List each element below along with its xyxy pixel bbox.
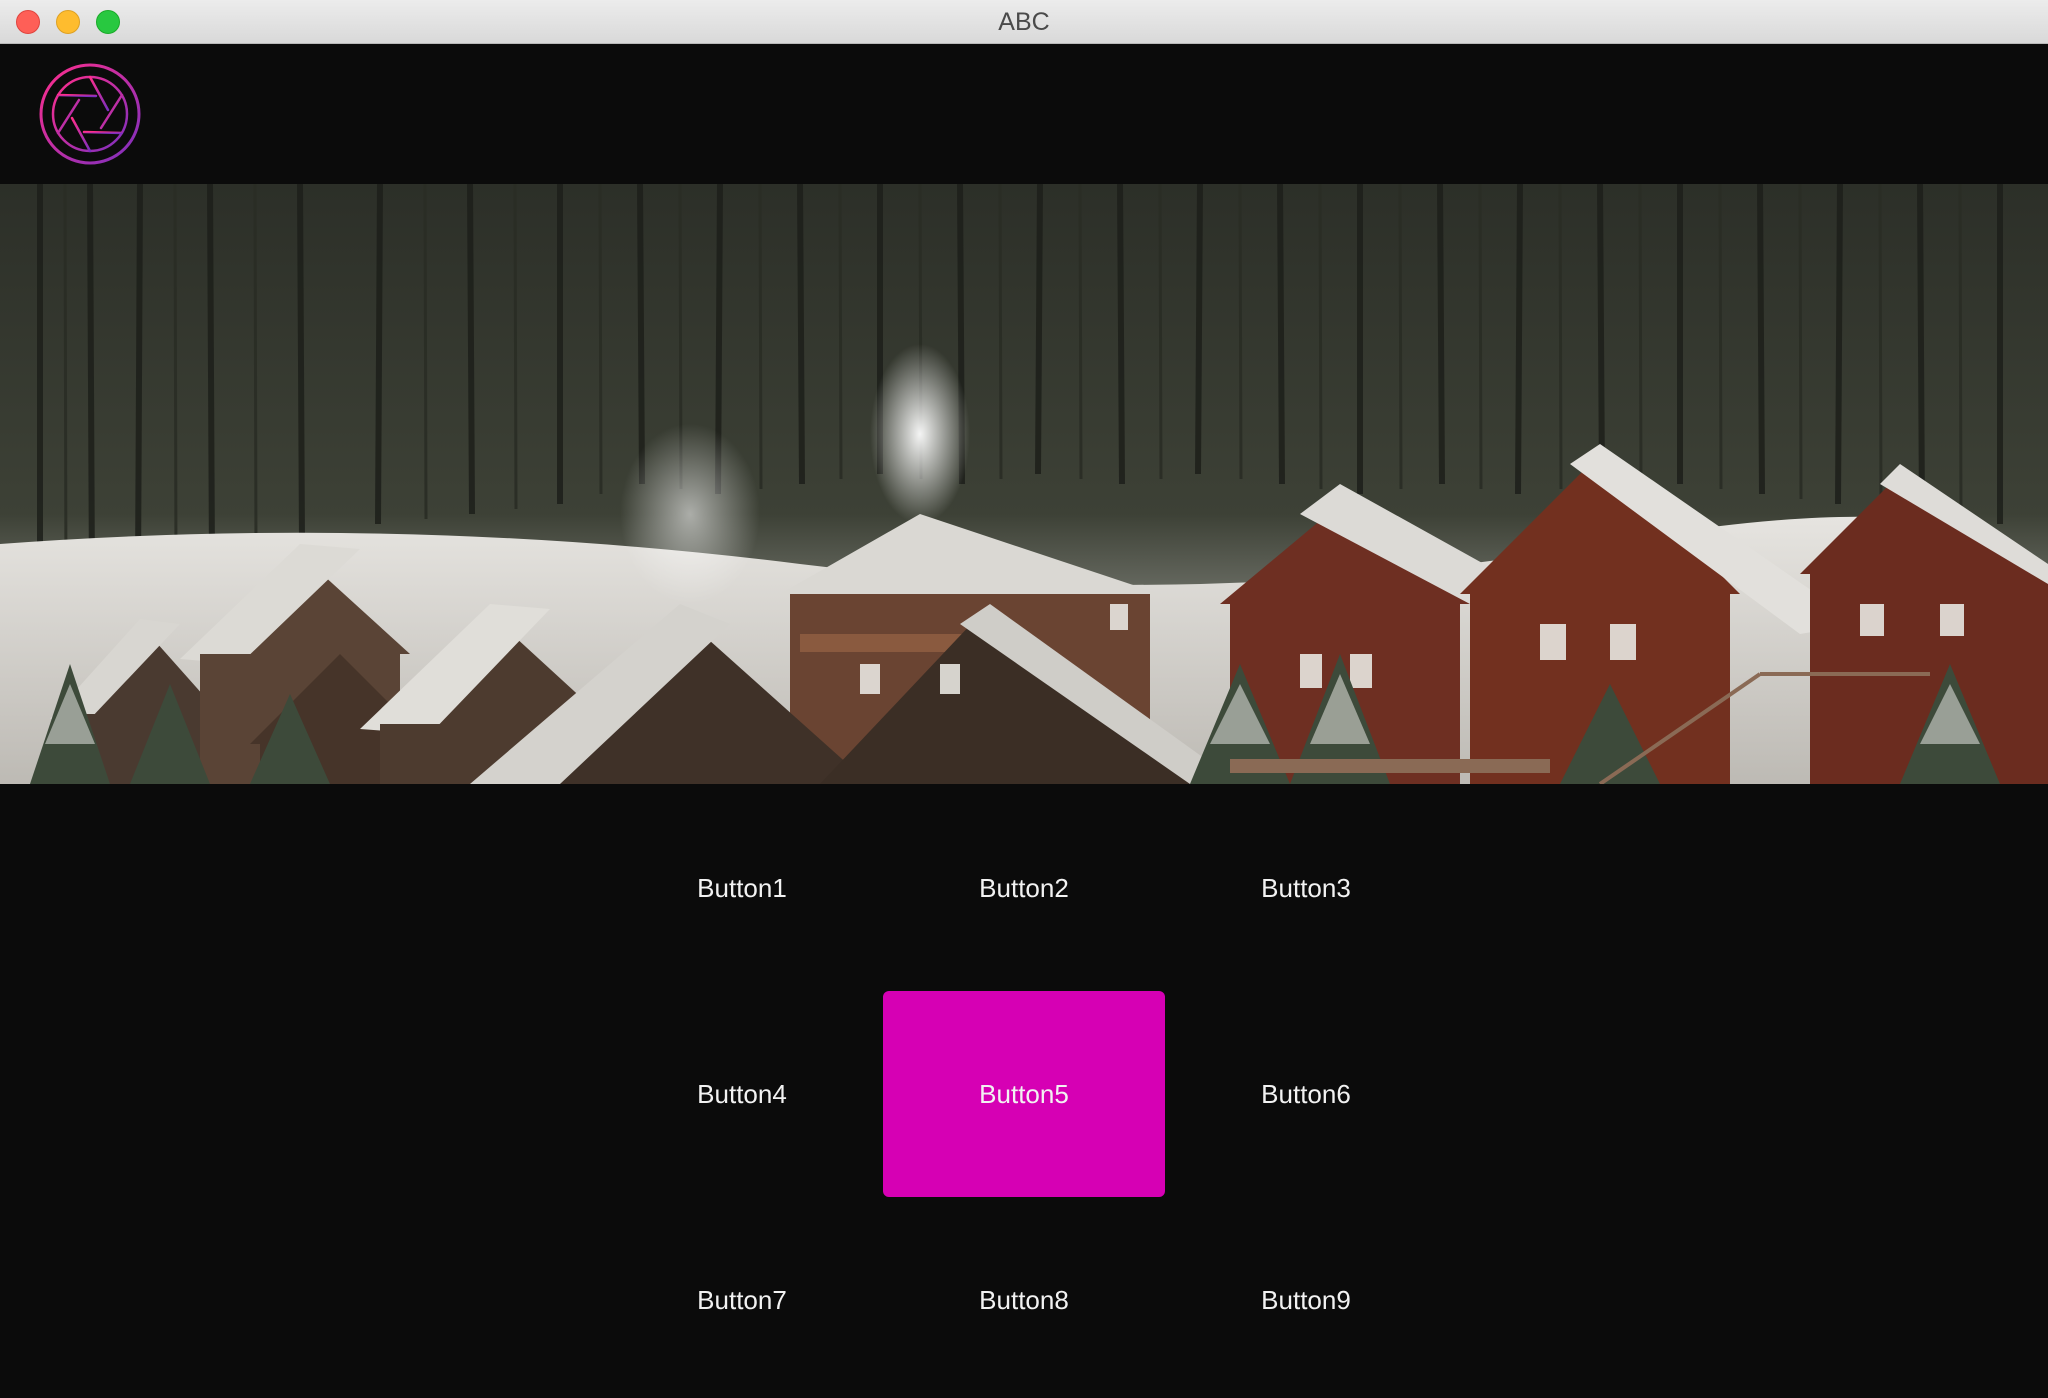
button-3[interactable]: Button3 [1165, 785, 1447, 991]
app-window: ABC Button1 Button2 Button3 Button4 Butt… [0, 0, 2048, 1398]
button-6[interactable]: Button6 [1165, 991, 1447, 1197]
button-4-label: Button4 [697, 1078, 787, 1109]
banner-image [0, 184, 2048, 784]
button-1[interactable]: Button1 [601, 785, 883, 991]
button-grid: Button1 Button2 Button3 Button4 Button5 … [0, 784, 2048, 1398]
button-5-label: Button5 [979, 1078, 1069, 1109]
snowy-cabins-photo [0, 184, 2048, 784]
button-5[interactable]: Button5 [883, 991, 1165, 1197]
button-3-label: Button3 [1261, 872, 1351, 903]
button-8[interactable]: Button8 [883, 1197, 1165, 1398]
button-9[interactable]: Button9 [1165, 1197, 1447, 1398]
button-7-label: Button7 [697, 1284, 787, 1315]
button-8-label: Button8 [979, 1284, 1069, 1315]
button-7[interactable]: Button7 [601, 1197, 883, 1398]
button-1-label: Button1 [697, 872, 787, 903]
button-4[interactable]: Button4 [601, 991, 883, 1197]
camera-aperture-icon[interactable] [38, 62, 142, 166]
button-9-label: Button9 [1261, 1284, 1351, 1315]
title-bar[interactable]: ABC [0, 0, 2048, 44]
window-title: ABC [998, 8, 1050, 36]
button-2-label: Button2 [979, 872, 1069, 903]
button-2[interactable]: Button2 [883, 785, 1165, 991]
button-6-label: Button6 [1261, 1078, 1351, 1109]
app-header [0, 44, 2048, 184]
